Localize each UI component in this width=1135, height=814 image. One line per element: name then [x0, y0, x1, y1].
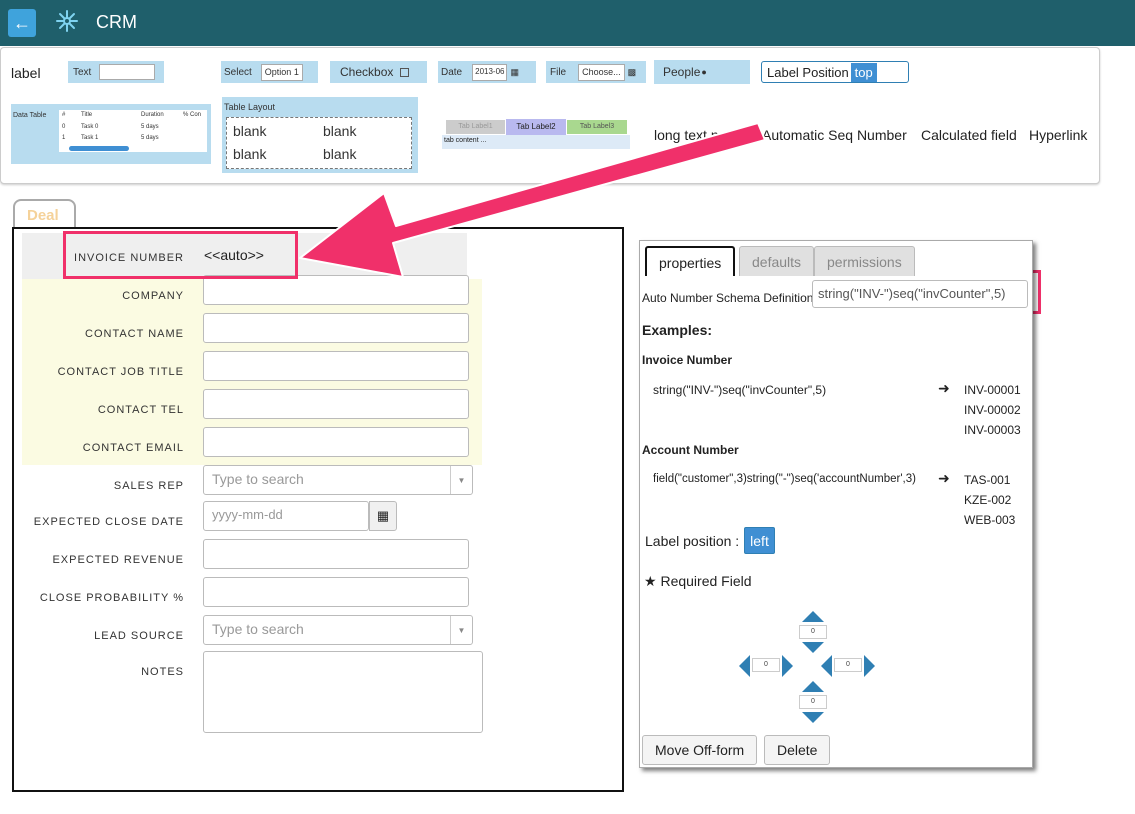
annotation-arrow	[0, 0, 1135, 814]
